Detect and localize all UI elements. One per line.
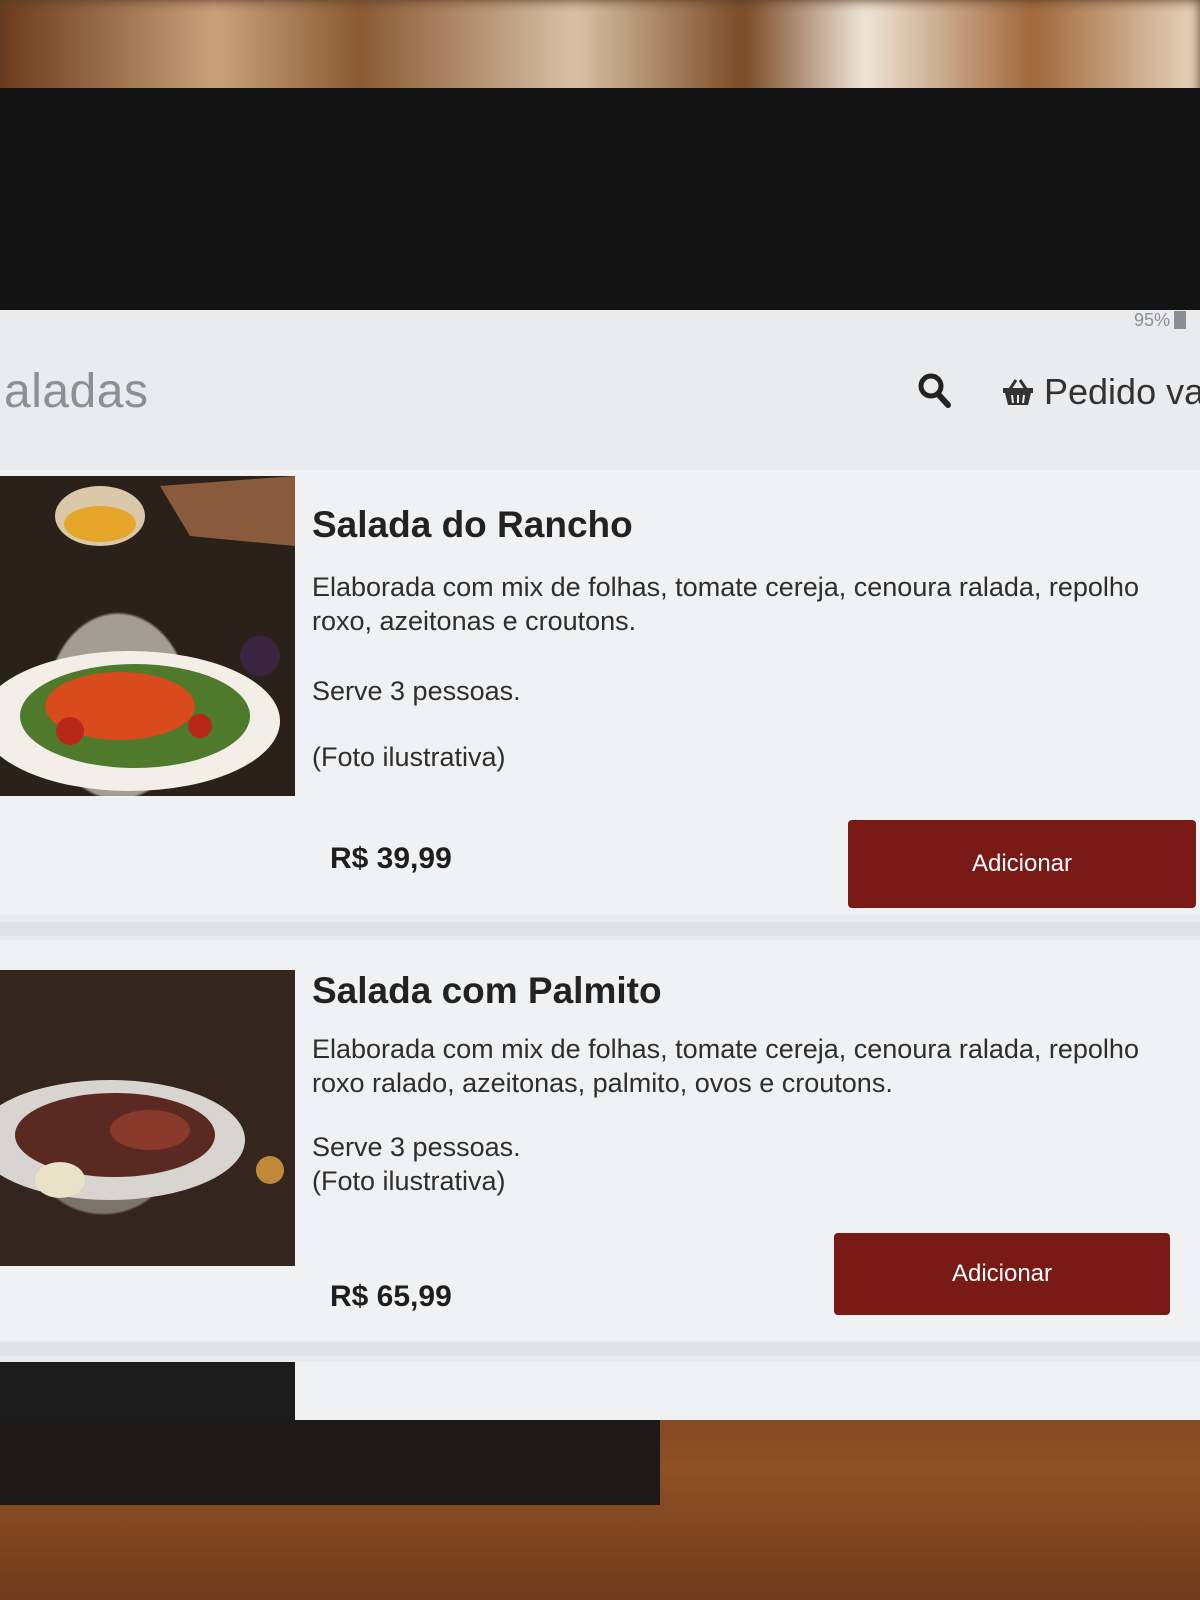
app-bar: aladas Pedido va (0, 342, 1200, 442)
add-button[interactable]: Adicionar (834, 1233, 1170, 1315)
product-image (0, 970, 295, 1266)
product-price: R$ 65,99 (330, 1280, 452, 1313)
product-serves: Serve 3 pessoas. (312, 676, 521, 706)
status-bar: 95% (0, 310, 1200, 332)
divider (0, 1342, 1200, 1356)
battery-level: 95% (1133, 310, 1170, 330)
battery-icon (1174, 311, 1186, 329)
product-serves: Serve 3 pessoas. (312, 1132, 521, 1162)
product-name: Salada do Rancho (312, 504, 633, 545)
order-label: Pedido va (1044, 371, 1200, 412)
tablet-screen: 95% aladas Pedido va Salada do Rancho El… (0, 310, 1200, 1420)
page-title: aladas (4, 365, 149, 418)
product-price: R$ 39,99 (330, 842, 452, 875)
product-card (0, 1362, 1200, 1420)
product-note: (Foto ilustrativa) (312, 1166, 506, 1196)
order-button[interactable]: Pedido va (1002, 370, 1200, 414)
product-image (0, 1362, 295, 1420)
product-name: Salada com Palmito (312, 970, 662, 1011)
product-image (0, 476, 295, 796)
tablet-frame: 95% aladas Pedido va Salada do Rancho El… (0, 88, 1200, 1420)
search-icon[interactable] (916, 370, 952, 410)
basket-icon (1003, 379, 1033, 405)
product-description: Elaborada com mix de folhas, tomate cere… (312, 572, 1139, 636)
product-description: Elaborada com mix de folhas, tomate cere… (312, 1034, 1139, 1098)
product-card: Salada com Palmito Elaborada com mix de … (0, 940, 1200, 1340)
product-card: Salada do Rancho Elaborada com mix de fo… (0, 470, 1200, 915)
add-button[interactable]: Adicionar (848, 820, 1196, 908)
product-note: (Foto ilustrativa) (312, 742, 506, 772)
divider (0, 922, 1200, 936)
